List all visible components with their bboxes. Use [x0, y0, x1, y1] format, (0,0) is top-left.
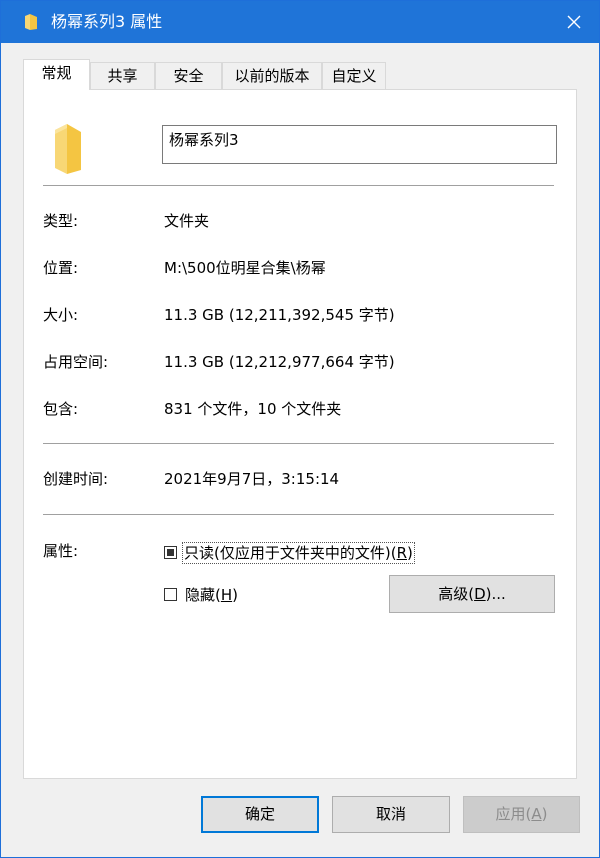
- general-tab-panel: [23, 89, 577, 779]
- window-title: 杨幂系列3 属性: [51, 12, 163, 31]
- contains-value: 831 个文件，10 个文件夹: [164, 400, 342, 418]
- ok-button[interactable]: 确定: [201, 796, 319, 833]
- type-label: 类型:: [43, 212, 79, 230]
- divider: [43, 185, 554, 186]
- contains-label: 包含:: [43, 400, 79, 418]
- close-icon: [567, 15, 581, 29]
- cancel-button[interactable]: 取消: [332, 796, 450, 833]
- hidden-label[interactable]: 隐藏(H): [185, 585, 238, 605]
- size-value: 11.3 GB (12,211,392,545 字节): [164, 306, 395, 324]
- tab-previous-versions[interactable]: 以前的版本: [222, 62, 322, 89]
- divider: [43, 443, 554, 444]
- tab-sharing[interactable]: 共享: [90, 62, 155, 89]
- type-value: 文件夹: [164, 212, 210, 230]
- advanced-button[interactable]: 高级(D)...: [389, 575, 555, 613]
- tab-general[interactable]: 常规: [23, 59, 90, 90]
- attributes-label: 属性:: [43, 542, 79, 560]
- title-bar[interactable]: 杨幂系列3 属性: [1, 1, 599, 43]
- folder-large-icon: [55, 124, 81, 174]
- tab-security[interactable]: 安全: [155, 62, 222, 89]
- hidden-checkbox[interactable]: [164, 588, 177, 601]
- location-label: 位置:: [43, 259, 79, 277]
- divider: [43, 514, 554, 515]
- created-value: 2021年9月7日，3:15:14: [164, 470, 340, 488]
- created-label: 创建时间:: [43, 470, 109, 488]
- apply-button[interactable]: 应用(A): [463, 796, 580, 833]
- size-label: 大小:: [43, 306, 79, 324]
- folder-name-input[interactable]: 杨幂系列3: [162, 125, 557, 164]
- readonly-checkbox[interactable]: [164, 546, 177, 559]
- folder-icon: [25, 14, 37, 30]
- close-button[interactable]: [549, 1, 599, 43]
- readonly-label[interactable]: 只读(仅应用于文件夹中的文件)(R): [182, 542, 415, 564]
- location-value: M:\500位明星合集\杨幂: [164, 259, 326, 277]
- tab-customize[interactable]: 自定义: [322, 62, 386, 89]
- size-on-disk-value: 11.3 GB (12,212,977,664 字节): [164, 353, 395, 371]
- properties-dialog: 杨幂系列3 属性 常规 共享 安全 以前的版本 自定义 杨幂系列3 类型: 文件…: [0, 0, 600, 858]
- size-on-disk-label: 占用空间:: [43, 353, 109, 371]
